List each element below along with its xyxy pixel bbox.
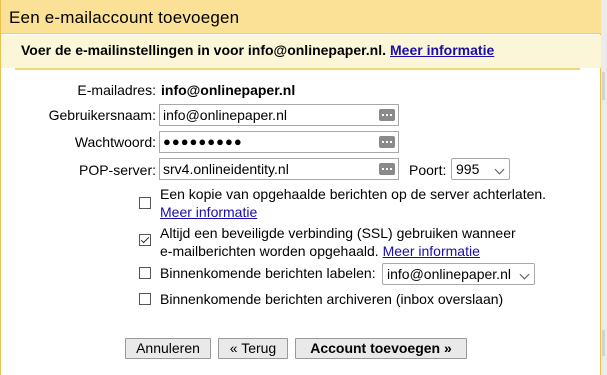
pop-server-field[interactable]: srv4.onlineidentity.nl bbox=[159, 158, 399, 180]
leave-copy-option: Een kopie van opgehaalde berichten op de… bbox=[160, 185, 546, 221]
archive-checkbox[interactable] bbox=[139, 293, 151, 305]
password-manager-icon[interactable] bbox=[379, 109, 395, 121]
pop-server-label: POP-server: bbox=[78, 162, 156, 178]
leave-copy-more-info-link[interactable]: Meer informatie bbox=[160, 204, 257, 220]
label-incoming-label: Binnenkomende berichten labelen: bbox=[160, 265, 376, 281]
ssl-label-line1: Altijd een beveiligde verbinding (SSL) g… bbox=[160, 225, 516, 241]
username-value: info@onlinepaper.nl bbox=[163, 107, 287, 123]
password-label: Wachtwoord: bbox=[74, 134, 156, 150]
intro-message: Voer de e-mailinstellingen in voor info@… bbox=[21, 42, 386, 58]
leave-copy-checkbox[interactable] bbox=[139, 197, 151, 209]
email-value: info@onlinepaper.nl bbox=[161, 82, 296, 98]
ssl-option: Altijd een beveiligde verbinding (SSL) g… bbox=[160, 224, 516, 260]
chevron-down-icon bbox=[494, 164, 505, 175]
intro-text: Voer de e-mailinstellingen in voor info@… bbox=[21, 42, 494, 58]
page-background-edge bbox=[601, 0, 607, 375]
ssl-more-info-link[interactable]: Meer informatie bbox=[383, 243, 480, 259]
add-account-button[interactable]: Account toevoegen » bbox=[295, 338, 467, 359]
cancel-button[interactable]: Annuleren bbox=[125, 338, 211, 359]
label-select[interactable]: info@onlinepaper.nl bbox=[382, 263, 535, 285]
port-select[interactable]: 995 bbox=[451, 158, 510, 180]
password-field[interactable]: ●●●●●●●●● bbox=[159, 131, 399, 153]
username-label: Gebruikersnaam: bbox=[48, 107, 156, 123]
dialog-title: Een e-mailaccount toevoegen bbox=[9, 8, 240, 27]
intro-more-info-link[interactable]: Meer informatie bbox=[390, 42, 494, 58]
password-manager-icon[interactable] bbox=[379, 163, 395, 175]
pop-server-value: srv4.onlineidentity.nl bbox=[163, 161, 289, 177]
port-label: Poort: bbox=[409, 162, 447, 178]
email-label: E-mailadres: bbox=[77, 82, 156, 98]
add-email-account-dialog: Een e-mailaccount toevoegen Voer de e-ma… bbox=[0, 0, 602, 375]
port-value: 995 bbox=[456, 161, 480, 177]
label-select-value: info@onlinepaper.nl bbox=[387, 266, 511, 282]
background-mark bbox=[602, 72, 605, 100]
ssl-label-line2: e-mailberichten worden opgehaald. bbox=[160, 243, 379, 259]
chevron-down-icon bbox=[519, 269, 530, 280]
dialog-title-bar: Een e-mailaccount toevoegen bbox=[1, 0, 602, 34]
intro-divider bbox=[15, 68, 580, 70]
password-manager-icon[interactable] bbox=[379, 136, 395, 148]
intro-banner: Voer de e-mailinstellingen in voor info@… bbox=[1, 35, 602, 68]
back-button[interactable]: « Terug bbox=[218, 338, 288, 359]
leave-copy-label: Een kopie van opgehaalde berichten op de… bbox=[160, 186, 547, 202]
label-incoming-checkbox[interactable] bbox=[139, 267, 151, 279]
background-mark bbox=[602, 330, 605, 356]
archive-label: Binnenkomende berichten archiveren (inbo… bbox=[160, 291, 504, 307]
username-field[interactable]: info@onlinepaper.nl bbox=[159, 104, 399, 126]
password-value: ●●●●●●●●● bbox=[163, 134, 243, 149]
ssl-checkbox[interactable] bbox=[139, 234, 151, 246]
